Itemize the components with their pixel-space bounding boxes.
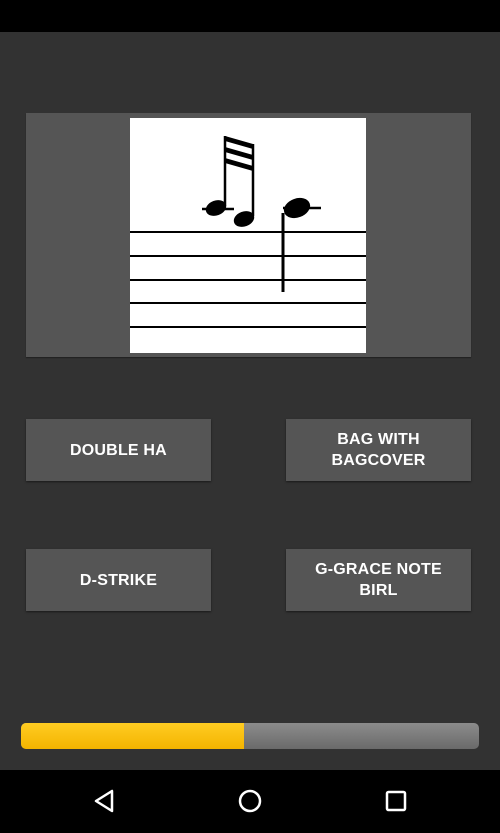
answer-button-3[interactable]: D-STRIKE [26,549,211,611]
status-bar [0,0,500,32]
music-notation-image [130,118,366,353]
answer-button-2[interactable]: BAG WITH BAGCOVER [286,419,471,481]
grace-note-group [202,136,255,227]
timer-progress-bar [21,723,479,749]
melody-note [281,197,321,292]
answer-button-4[interactable]: G-GRACE NOTE BIRL [286,549,471,611]
quiz-screen: DOUBLE HA BAG WITH BAGCOVER D-STRIKE G-G… [0,32,500,770]
answer-button-1[interactable]: DOUBLE HA [26,419,211,481]
navigation-bar [0,770,500,833]
progress-fill [21,723,245,749]
staff-lines [130,231,366,328]
question-image-panel [26,113,471,357]
recent-apps-icon[interactable] [381,786,411,816]
back-icon[interactable] [90,786,120,816]
home-icon[interactable] [235,786,265,816]
